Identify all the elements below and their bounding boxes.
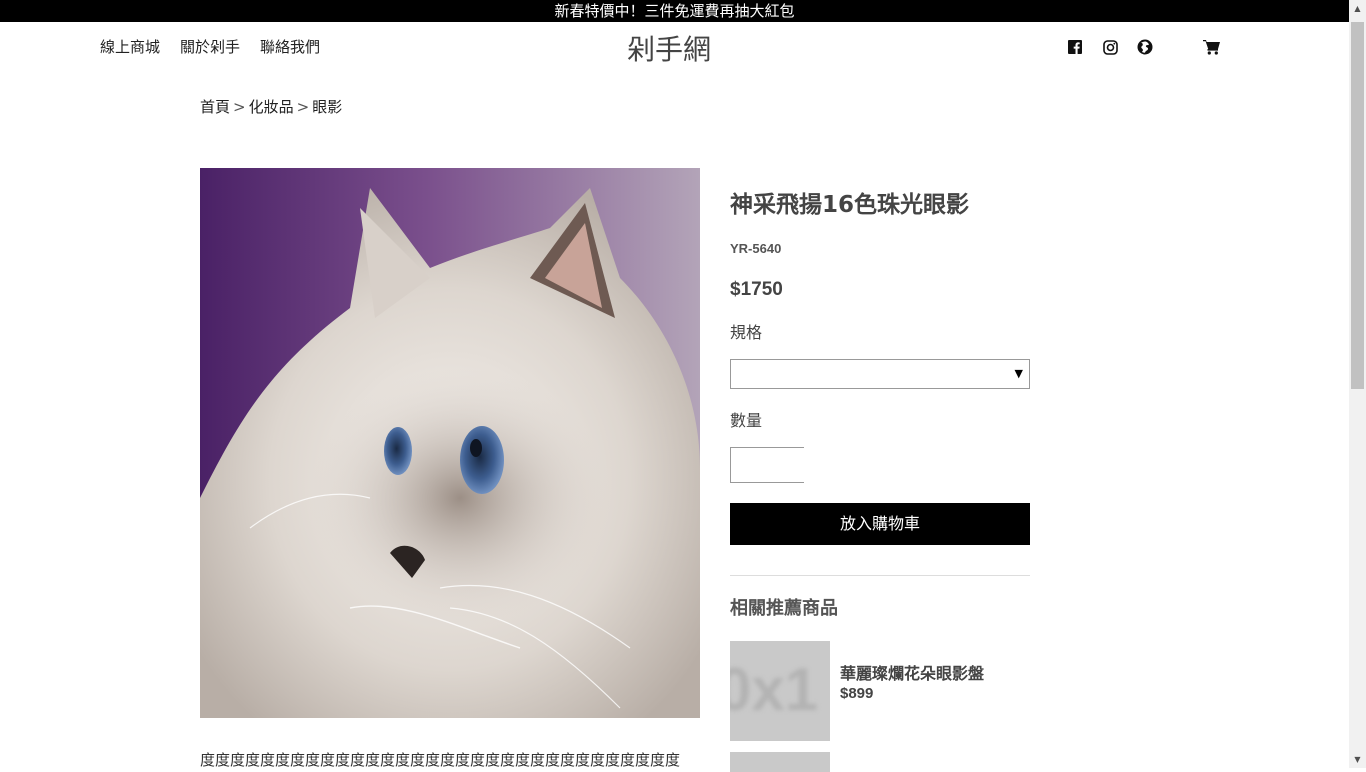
placeholder-text: 0x1 [730,656,819,723]
promo-banner-text: 新春特價中！三件免運費再抽大紅包 [554,2,795,20]
product-title: 神采飛揚16色珠光眼影 [730,192,970,218]
spec-select[interactable]: ▼ [730,359,1030,389]
globe-icon[interactable] [1136,38,1154,56]
divider [730,575,1030,576]
add-to-cart-button[interactable]: 放入購物車 [730,503,1030,545]
promo-banner: 新春特價中！三件免運費再抽大紅包 [0,0,1349,22]
product-image [200,168,700,718]
nav-icons [1066,38,1221,56]
scroll-down-icon[interactable]: ▼ [1349,751,1366,768]
qty-label: 數量 [730,411,763,430]
breadcrumb-eyeshadow: 眼影 [312,98,343,116]
breadcrumb-separator: > [233,98,246,116]
qty-input[interactable] [731,448,805,482]
scroll-up-icon[interactable]: ▲ [1349,0,1366,17]
breadcrumb-cosmetics[interactable]: 化妝品 [249,98,294,116]
related-item[interactable]: 0x1 華麗璨爛花朵眼影盤 $899 [730,641,1030,741]
facebook-icon[interactable] [1066,38,1084,56]
page-scrollbar[interactable]: ▲ ▼ [1349,0,1366,768]
scrollbar-thumb[interactable] [1351,22,1364,389]
cart-icon[interactable] [1203,38,1221,56]
spec-label: 規格 [730,323,763,342]
breadcrumb: 首頁 > 化妝品 > 眼影 [200,97,342,117]
related-item-price: $899 [840,685,874,702]
related-item-thumbnail[interactable]: 0x1 [730,641,830,741]
related-item-thumbnail-next[interactable] [730,752,830,772]
qty-field[interactable] [730,447,805,483]
product-sku: YR-5640 [730,241,782,256]
related-item-info: 華麗璨爛花朵眼影盤 $899 [840,663,984,741]
related-item-name[interactable]: 華麗璨爛花朵眼影盤 [840,663,984,685]
related-title: 相關推薦商品 [730,598,838,619]
instagram-icon[interactable] [1101,38,1119,56]
chevron-down-icon: ▼ [1014,367,1023,380]
cat-photo [200,168,700,718]
product-price: $1750 [730,279,783,300]
breadcrumb-separator: > [296,98,310,116]
product-description: 度度度度度度度度度度度度度度度度度度度度度度度度度度度度度度度度 [200,751,681,769]
product-info: 神采飛揚16色珠光眼影 YR-5640 $1750 規格 ▼ 數量 放入購物車 … [730,188,1030,741]
breadcrumb-home[interactable]: 首頁 [200,98,230,116]
